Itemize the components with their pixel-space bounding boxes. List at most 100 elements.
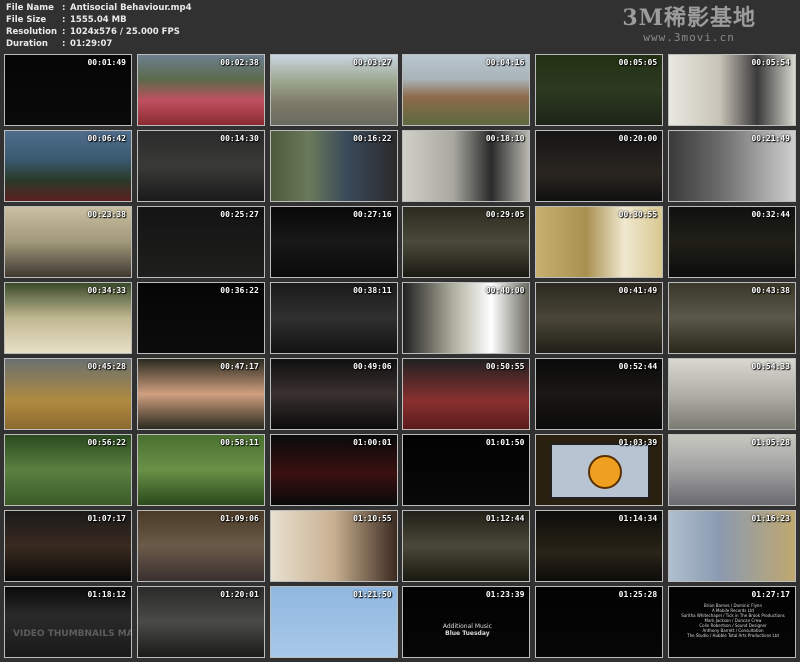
video-thumbnail[interactable]: 00:16:22 bbox=[269, 130, 398, 202]
file-size-value: 1555.04 MB bbox=[70, 15, 127, 25]
thumbnail-timestamp: 00:01:49 bbox=[87, 58, 126, 67]
thumbnail-timestamp: 01:16:23 bbox=[751, 514, 790, 523]
separator: : bbox=[62, 15, 66, 25]
video-thumbnail[interactable]: 00:05:54 bbox=[668, 54, 796, 126]
thumbnail-timestamp: 01:18:12 bbox=[87, 590, 126, 599]
video-thumbnail[interactable]: 01:20:01 bbox=[136, 586, 265, 658]
video-thumbnail[interactable]: 00:56:22 bbox=[4, 434, 132, 506]
video-thumbnail[interactable]: 00:36:22 bbox=[136, 282, 265, 354]
thumbnail-timestamp: 00:40:00 bbox=[485, 286, 525, 295]
thumbnail-timestamp: 01:12:44 bbox=[485, 514, 525, 523]
separator: : bbox=[62, 27, 66, 37]
thumbnail-timestamp: 00:54:33 bbox=[751, 362, 790, 371]
video-thumbnail[interactable]: 01:21:50 bbox=[269, 586, 398, 658]
thumbnail-timestamp: 00:04:16 bbox=[485, 58, 525, 67]
video-thumbnail[interactable]: 00:03:27 bbox=[269, 54, 398, 126]
resolution-label: Resolution bbox=[6, 27, 58, 37]
video-thumbnail[interactable]: 00:02:38 bbox=[136, 54, 265, 126]
video-thumbnail[interactable]: 00:49:06 bbox=[269, 358, 398, 430]
video-thumbnail[interactable]: 00:18:10 bbox=[402, 130, 531, 202]
thumbnail-timestamp: 00:05:54 bbox=[751, 58, 790, 67]
thumbnail-timestamp: 01:09:06 bbox=[220, 514, 259, 523]
video-thumbnail[interactable]: 01:12:44 bbox=[402, 510, 531, 582]
brand-watermark: 3M稀影基地 www.3movi.cn bbox=[622, 5, 756, 45]
video-thumbnail[interactable]: 00:50:55 bbox=[402, 358, 531, 430]
thumbnail-timestamp: 01:07:17 bbox=[87, 514, 126, 523]
thumbnail-timestamp: 00:20:00 bbox=[618, 134, 658, 143]
music-credit: Additional Music Blue Tuesday bbox=[411, 623, 523, 637]
video-thumbnail[interactable]: 00:25:27 bbox=[136, 206, 265, 278]
video-thumbnail[interactable]: 00:34:33 bbox=[4, 282, 132, 354]
thumbnail-timestamp: 01:27:17 bbox=[751, 590, 790, 599]
video-thumbnail[interactable]: 01:00:01 bbox=[269, 434, 398, 506]
thumbnail-timestamp: 00:43:38 bbox=[751, 286, 790, 295]
video-thumbnail[interactable]: 01:25:28 bbox=[535, 586, 664, 658]
thumbnail-timestamp: 00:02:38 bbox=[220, 58, 259, 67]
video-thumbnail[interactable]: 01:03:39 bbox=[535, 434, 664, 506]
video-thumbnail[interactable]: 00:41:49 bbox=[535, 282, 664, 354]
thumbnail-grid: 00:01:49 00:02:38 00:03:27 00:04:16 00:05:05… bbox=[4, 54, 796, 658]
video-thumbnail[interactable]: 00:54:33 bbox=[668, 358, 796, 430]
thumbnail-timestamp: 00:41:49 bbox=[618, 286, 658, 295]
video-thumbnail[interactable]: 00:47:17 bbox=[136, 358, 265, 430]
thumbnail-timestamp: 00:30:55 bbox=[618, 210, 658, 219]
video-thumbnail[interactable]: 00:52:44 bbox=[535, 358, 664, 430]
cartoon-face-icon bbox=[588, 455, 623, 489]
duration-label: Duration bbox=[6, 39, 48, 49]
thumbnail-timestamp: 00:27:16 bbox=[353, 210, 392, 219]
video-thumbnail[interactable]: 00:14:30 bbox=[136, 130, 265, 202]
video-thumbnail[interactable]: 01:01:50 bbox=[402, 434, 531, 506]
video-thumbnail[interactable]: 00:04:16 bbox=[402, 54, 531, 126]
brand-url: www.3movi.cn bbox=[643, 31, 735, 44]
video-thumbnail[interactable]: Brian Barnes / Dominic Flynn A Mobile Rec… bbox=[668, 586, 796, 658]
video-thumbnail[interactable]: 00:06:42 bbox=[4, 130, 132, 202]
video-thumbnail[interactable]: 00:40:00 bbox=[402, 282, 531, 354]
thumbnail-timestamp: 01:23:39 bbox=[485, 590, 525, 599]
file-size-label: File Size bbox=[6, 15, 47, 25]
video-thumbnail[interactable]: 01:14:34 bbox=[535, 510, 664, 582]
video-thumbnail[interactable]: 01:07:17 bbox=[4, 510, 132, 582]
video-thumbnail[interactable]: Additional Music Blue Tuesday 01:23:39 bbox=[402, 586, 531, 658]
file-name-value: Antisocial Behaviour.mp4 bbox=[70, 3, 192, 13]
video-thumbnail[interactable]: 00:20:00 bbox=[535, 130, 664, 202]
thumbnail-timestamp: 00:34:33 bbox=[87, 286, 126, 295]
video-thumbnail[interactable]: 00:21:49 bbox=[668, 130, 796, 202]
thumbnail-timestamp: 00:58:11 bbox=[220, 438, 259, 447]
thumbnail-timestamp: 01:10:55 bbox=[353, 514, 392, 523]
thumbnail-timestamp: 00:32:44 bbox=[751, 210, 790, 219]
thumbnail-timestamp: 00:45:28 bbox=[87, 362, 126, 371]
music-credit-line: Blue Tuesday bbox=[445, 630, 490, 637]
video-thumbnail[interactable]: 00:45:28 bbox=[4, 358, 132, 430]
thumbnail-timestamp: 01:03:39 bbox=[618, 438, 658, 447]
video-thumbnail[interactable]: 00:29:05 bbox=[402, 206, 531, 278]
video-thumbnail[interactable]: 01:09:06 bbox=[136, 510, 265, 582]
thumbnail-timestamp: 00:03:27 bbox=[353, 58, 392, 67]
video-thumbnail[interactable]: 00:05:05 bbox=[535, 54, 664, 126]
video-thumbnail[interactable]: VIDEO THUMBNAILS MAKER 01:18:12 bbox=[4, 586, 132, 658]
file-name-label: File Name bbox=[6, 3, 54, 13]
video-thumbnail[interactable]: 01:05:28 bbox=[668, 434, 796, 506]
thumbnail-timestamp: 01:05:28 bbox=[751, 438, 790, 447]
video-thumbnail[interactable]: 00:43:38 bbox=[668, 282, 796, 354]
video-thumbnail[interactable]: 00:32:44 bbox=[668, 206, 796, 278]
resolution-value: 1024x576 / 25.000 FPS bbox=[70, 27, 180, 37]
video-thumbnail[interactable]: 00:27:16 bbox=[269, 206, 398, 278]
thumbnail-timestamp: 00:23:38 bbox=[87, 210, 126, 219]
video-thumbnail[interactable]: 00:01:49 bbox=[4, 54, 132, 126]
thumbnail-timestamp: 01:25:28 bbox=[618, 590, 658, 599]
thumbnail-timestamp: 00:36:22 bbox=[220, 286, 259, 295]
video-thumbnail[interactable]: 00:58:11 bbox=[136, 434, 265, 506]
thumbnail-timestamp: 00:18:10 bbox=[485, 134, 525, 143]
thumbnail-timestamp: 00:05:05 bbox=[618, 58, 658, 67]
brand-name: 3M稀影基地 bbox=[622, 5, 756, 31]
video-thumbnail[interactable]: 00:30:55 bbox=[535, 206, 664, 278]
thumbnail-timestamp: 00:50:55 bbox=[485, 362, 525, 371]
thumbnail-timestamp: 00:14:30 bbox=[220, 134, 259, 143]
thumbnail-timestamp: 01:00:01 bbox=[353, 438, 392, 447]
video-thumbnail[interactable]: 00:23:38 bbox=[4, 206, 132, 278]
thumbnail-timestamp: 00:56:22 bbox=[87, 438, 126, 447]
video-thumbnail[interactable]: 00:38:11 bbox=[269, 282, 398, 354]
video-thumbnail[interactable]: 01:16:23 bbox=[668, 510, 796, 582]
video-thumbnail[interactable]: 01:10:55 bbox=[269, 510, 398, 582]
end-credits: Brian Barnes / Dominic Flynn A Mobile Rec… bbox=[677, 603, 789, 638]
